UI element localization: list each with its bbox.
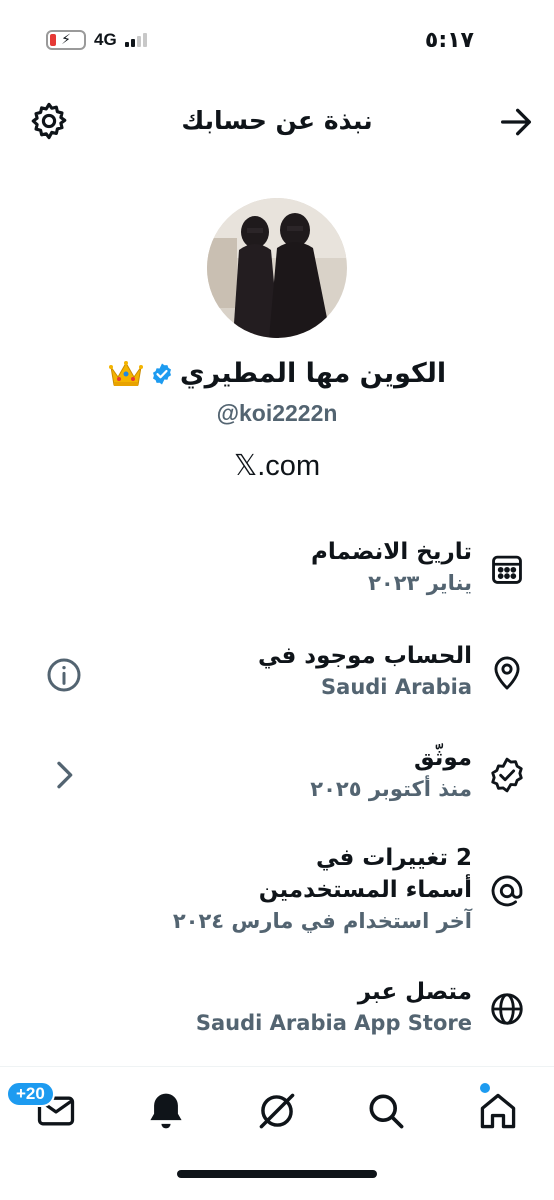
info-title: متصل عبر [357,979,472,1005]
info-icon [47,658,81,692]
battery-icon: ⚡ [46,30,86,50]
location-icon [494,656,520,690]
info-title: تاريخ الانضمام [311,539,472,565]
header: نبذة عن حسابك [0,96,554,148]
tab-grok[interactable] [255,1089,299,1133]
tab-home[interactable] [476,1089,520,1133]
profile-handle: @koi2222n [216,400,338,426]
network-type: 4G [94,30,117,49]
tab-notifications[interactable] [144,1089,188,1133]
status-indicators: ⚡ 4G [46,30,147,50]
info-sub: منذ أكتوبر ٢٠٢٥ [310,777,472,801]
arrow-right-icon [501,108,531,136]
verified-badge-icon [152,363,171,384]
bottom-tab-bar: +20 [0,1066,554,1200]
info-title-line2: أسماء المستخدمين [258,877,472,903]
search-icon [369,1094,404,1129]
info-sub: Saudi Arabia [321,675,472,699]
info-item-joined: تاريخ الانضمام يناير ٢٠٢٣ [311,536,526,598]
info-sub: آخر استخدام في مارس ٢٠٢٤ [172,909,472,933]
profile-name-row: الكوين مها المطيري [0,358,554,389]
crown-icon [108,360,143,386]
calendar-icon [492,555,522,584]
bell-icon [150,1093,182,1129]
info-item-location: الحساب موجود في Saudi Arabia [258,640,526,702]
messages-badge: +20 [6,1081,55,1107]
status-time: ٥:١٧ [424,28,474,53]
info-title: موثّق [413,745,472,771]
info-item-verified: موثّق منذ أكتوبر ٢٠٢٥ [310,742,526,804]
chevron-right-icon [57,761,73,789]
back-button[interactable] [496,102,536,142]
grok-icon [259,1093,295,1129]
home-unread-dot [480,1083,490,1093]
verified-details-button[interactable] [44,755,84,795]
home-indicator [177,1170,377,1178]
page-title: نبذة عن حسابك [181,106,373,135]
signal-icon [124,33,147,47]
home-icon [480,1093,516,1129]
status-bar: ⚡ 4G ٥:١٧ [0,0,554,80]
tab-search[interactable] [364,1089,408,1133]
info-title: الحساب موجود في [257,643,472,669]
at-icon [491,875,523,907]
website-link[interactable]: 𝕏.com [0,448,554,483]
profile-name: الكوين مها المطيري [179,358,447,389]
avatar[interactable] [207,198,347,338]
info-item-connected-via: متصل عبر Saudi Arabia App Store [196,976,526,1038]
globe-icon [491,993,523,1025]
info-sub: يناير ٢٠٢٣ [368,571,472,595]
info-sub: Saudi Arabia App Store [195,1011,472,1035]
info-item-username-changes: 2 تغييرات في أسماء المستخدمين آخر استخدا… [173,842,526,936]
verified-outline-icon [491,757,523,793]
location-info-button[interactable] [44,655,84,695]
info-title-line1: 2 تغييرات في [315,845,472,871]
